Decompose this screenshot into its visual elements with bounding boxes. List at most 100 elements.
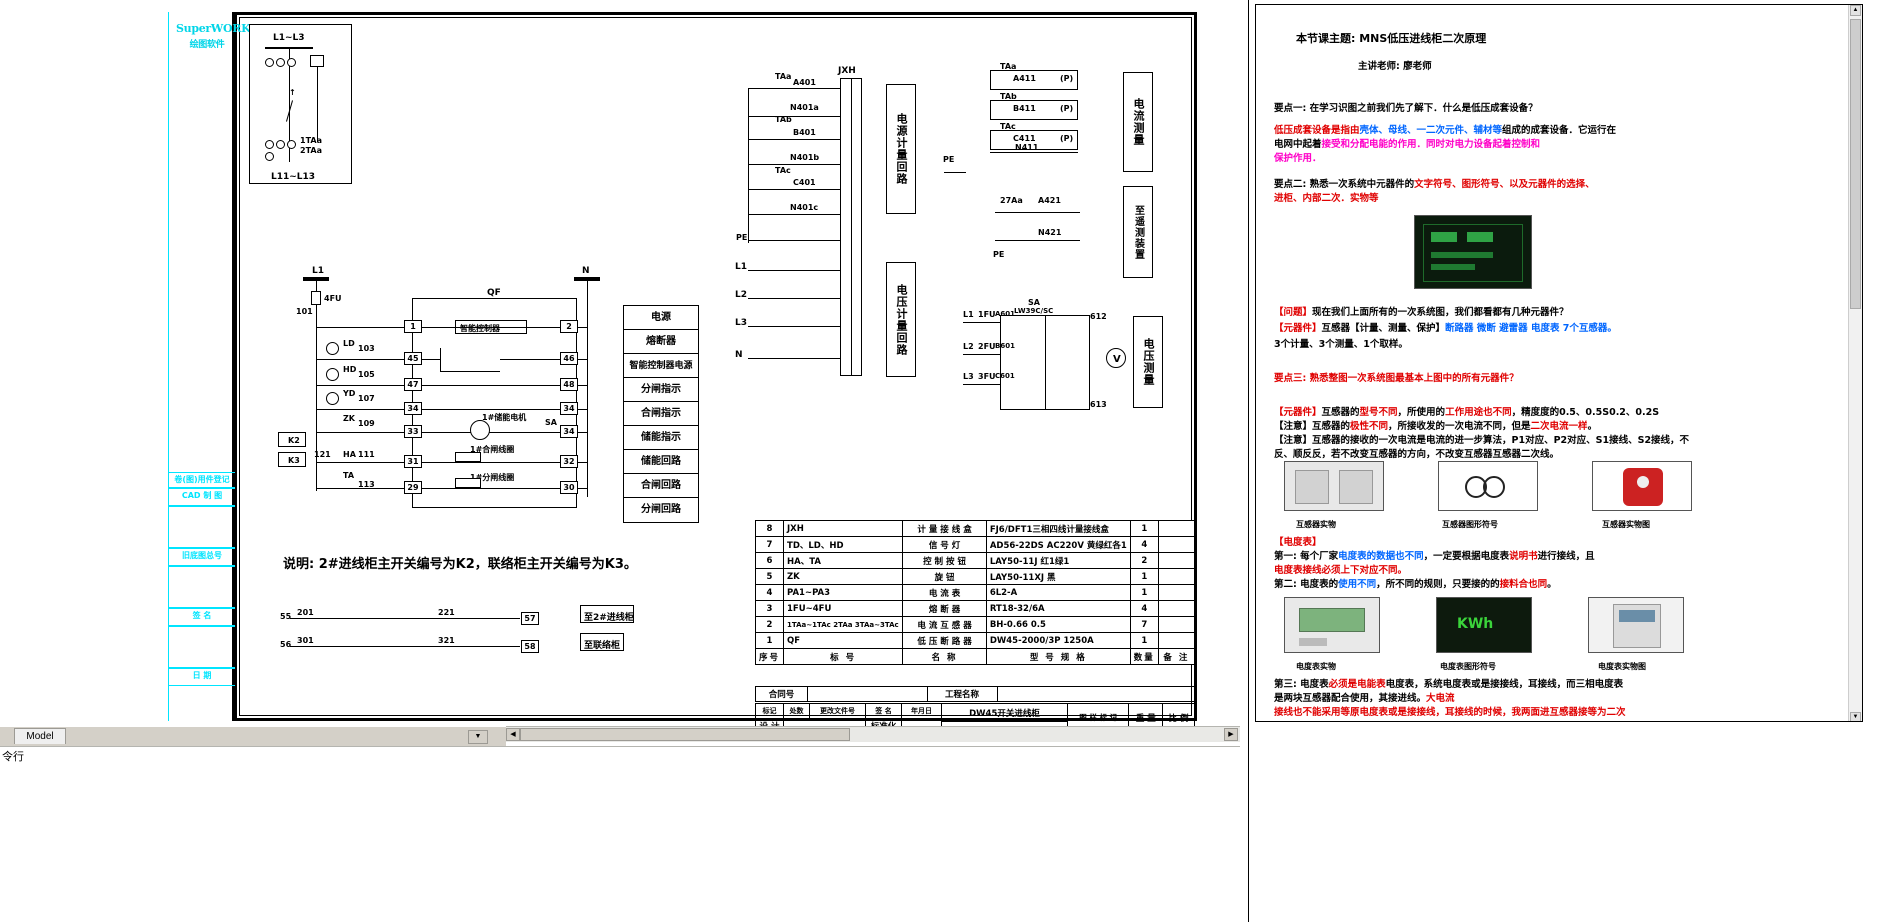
tb-sig-0-0: 标记 bbox=[755, 703, 784, 719]
cad-drawing-window: 卷(图)用件登记 CAD 制 图 旧底图总号 签 名 日 期 SuperWORK… bbox=[0, 0, 1240, 922]
l2-wire bbox=[748, 298, 840, 299]
vm-3fu: 3FU bbox=[978, 372, 996, 381]
note-lbl: 【电度表】 bbox=[1274, 537, 1322, 548]
bom-mark: 1TAa~1TAc 2TAa 3TAa~3TAc bbox=[783, 616, 904, 633]
k3-box: K3 bbox=[278, 452, 306, 467]
phase-l3: L3 bbox=[735, 318, 747, 328]
ct-p2: (P) bbox=[1060, 104, 1074, 113]
remote-measure-box: 至遥测装置 bbox=[1123, 186, 1153, 278]
tb-cell-5: 签 名 bbox=[169, 608, 235, 626]
phase-l2: L2 bbox=[735, 290, 747, 300]
ct-a411: A411 bbox=[1013, 74, 1036, 83]
nl4b: 必须是电能表 bbox=[1328, 679, 1386, 690]
nl3d: 接料合也同 bbox=[1499, 579, 1548, 590]
q-text: 现在我们上面所有的一次系统图，我们都看都有几种元器件？ bbox=[1312, 307, 1569, 318]
vm-l1: L1 bbox=[963, 310, 974, 319]
link2-code: 301 bbox=[297, 636, 314, 645]
tb-contract-row: 合同号 工程名称 bbox=[755, 686, 1196, 702]
legend-row-7: 合闸回路 bbox=[624, 474, 698, 498]
schematic-thumbnail-image bbox=[1414, 215, 1532, 289]
a-text-b: 断路器 微断 避雷器 电度表 7个互感器。 bbox=[1445, 323, 1617, 334]
bom-mark: TD、LD、HD bbox=[783, 536, 904, 553]
bill-of-materials-table: 8 JXH 计 量 接 线 盒 FJ6/DFT1三相四线计量接线盒 1 7 TD… bbox=[754, 520, 1196, 665]
term-105: 105 bbox=[358, 370, 375, 379]
bom-h-no: 序号 bbox=[754, 648, 785, 665]
vm-l3-wire bbox=[963, 384, 1000, 385]
inner-term-47: 47 bbox=[404, 378, 422, 391]
ct-caption-3: 互感器实物图 bbox=[1602, 520, 1650, 529]
p3-l2b: 极性不同 bbox=[1350, 421, 1389, 432]
label-zk: ZK bbox=[343, 414, 355, 423]
legend-column: 电源 熔断器 智能控制器电源 分闸指示 合闸指示 储能指示 储能回路 合闸回路 … bbox=[623, 305, 699, 523]
tb-cell-6 bbox=[169, 626, 235, 668]
nl4c: 电度表，系统电度表或是接接线，耳接线，而三相电度表 bbox=[1385, 679, 1624, 690]
l3-wire bbox=[748, 326, 840, 327]
phase-n: N bbox=[735, 350, 743, 360]
inner-term-34: 34 bbox=[404, 402, 422, 415]
tb-project-value[interactable] bbox=[996, 686, 1196, 702]
bom-no: 4 bbox=[754, 584, 785, 601]
p3-l2d: 二次电流一样 bbox=[1530, 421, 1588, 432]
ct-symbol-3 bbox=[287, 58, 296, 67]
phase-l1: L1 bbox=[735, 262, 747, 272]
n401a-wire bbox=[748, 116, 840, 117]
qf-label: QF bbox=[487, 288, 501, 298]
n401a-label: N401a bbox=[790, 103, 819, 112]
p1-l1a: 低压成套设备是指由 bbox=[1274, 125, 1360, 136]
tb-cell-0: 卷(图)用件登记 bbox=[169, 472, 235, 488]
wire-r6 bbox=[316, 462, 404, 463]
bom-mark: 1FU~4FU bbox=[783, 600, 904, 617]
doc-scroll-thumb[interactable] bbox=[1850, 19, 1861, 309]
bom-note bbox=[1157, 632, 1196, 649]
layout-dropdown-button[interactable]: ▼ bbox=[468, 730, 488, 744]
power-metering-box: 电源计量回路 bbox=[886, 84, 916, 214]
document-scrollbar[interactable]: ▲ ▼ bbox=[1848, 5, 1862, 721]
bom-h-note: 备 注 bbox=[1157, 648, 1196, 665]
p3-l1f: ，精度度的0.5、0.5S0.2、0.2S bbox=[1511, 407, 1660, 418]
doc-scroll-down[interactable]: ▼ bbox=[1850, 712, 1861, 721]
doc-scroll-up[interactable]: ▲ bbox=[1850, 5, 1861, 16]
command-line-area[interactable] bbox=[0, 746, 1240, 922]
p1-l2a: 电网中起着 bbox=[1274, 139, 1322, 150]
nl1d: 说明书 bbox=[1509, 551, 1538, 562]
scroll-right-arrow[interactable]: ▶ bbox=[1224, 728, 1238, 741]
inset-vline2 bbox=[317, 67, 318, 142]
bom-row: 7 TD、LD、HD 信 号 灯 AD56-22DS AC220V 黄绿红各1 … bbox=[754, 536, 1196, 553]
ct-photo-2 bbox=[1592, 461, 1692, 511]
ct-symbol-5 bbox=[276, 140, 285, 149]
scroll-thumb[interactable] bbox=[520, 728, 850, 741]
vm-l3: L3 bbox=[963, 372, 974, 381]
tb-sig-1-4[interactable] bbox=[901, 718, 942, 726]
bom-row: 2 1TAa~1TAc 2TAa 3TAa~3TAc 电 流 互 感 器 BH-… bbox=[754, 616, 1196, 633]
tab-model[interactable]: Model bbox=[14, 728, 66, 744]
term-107: 107 bbox=[358, 394, 375, 403]
drawing-canvas[interactable]: 卷(图)用件登记 CAD 制 图 旧底图总号 签 名 日 期 SuperWORK… bbox=[0, 0, 1240, 726]
tb-contract-value[interactable] bbox=[806, 686, 928, 702]
note-block-label: 【电度表】 bbox=[1274, 535, 1862, 550]
link1-code: 201 bbox=[297, 608, 314, 617]
note-line1: 第一: 每个厂家电度表的数据也不同，一定要根据电度表说明书进行接线，且 bbox=[1274, 549, 1862, 564]
bom-qty: 7 bbox=[1129, 616, 1159, 633]
tb-mark-label: 图 样 标 记 bbox=[1066, 703, 1130, 726]
scroll-left-arrow[interactable]: ◀ bbox=[506, 728, 520, 741]
lesson-teacher: 主讲老师: 廖老师 bbox=[1358, 61, 1432, 72]
contact-symbol bbox=[440, 348, 500, 372]
wire-r1 bbox=[316, 327, 404, 328]
link2-wire bbox=[290, 646, 520, 647]
lesson-notes-page[interactable]: 本节课主题: MNS低压进线柜二次原理 主讲老师: 廖老师 要点一: 在学习识图… bbox=[1255, 4, 1863, 722]
motor-symbol bbox=[470, 420, 490, 440]
wire-r3b bbox=[422, 385, 560, 386]
tb-sig-1-1[interactable] bbox=[783, 718, 866, 726]
drawing-note: 说明: 2#进线柜主开关编号为K2，联络柜主开关编号为K3。 bbox=[283, 557, 637, 572]
legend-row-3: 分闸指示 bbox=[624, 378, 698, 402]
term-113: 113 bbox=[358, 480, 375, 489]
bom-spec: BH-0.66 0.5 bbox=[985, 616, 1131, 633]
note-line3: 第二: 电度表的使用不同，所不同的规则，只要接的的接料合也同。 bbox=[1274, 577, 1862, 592]
vm-l2-wire bbox=[963, 354, 1000, 355]
bom-no: 1 bbox=[754, 632, 785, 649]
bom-spec: 6L2-A bbox=[985, 584, 1131, 601]
vm-wire1 bbox=[995, 212, 1080, 213]
tb-contract-label: 合同号 bbox=[755, 686, 808, 702]
model-tab-bar bbox=[0, 726, 506, 746]
bom-row: 3 1FU~4FU 熔 断 器 RT18-32/6A 4 bbox=[754, 600, 1196, 617]
